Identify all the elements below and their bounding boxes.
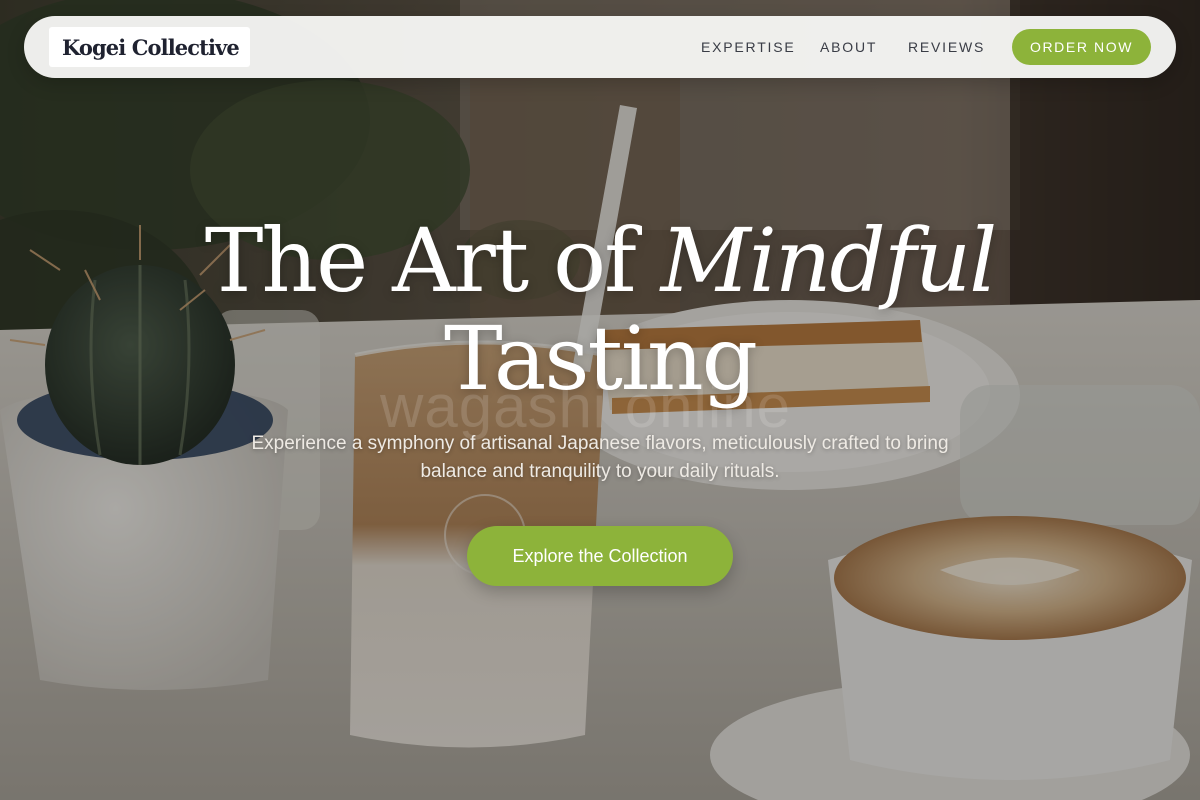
nav-link-about[interactable]: ABOUT (820, 16, 877, 78)
hero-title: The Art of Mindful Tasting (100, 212, 1100, 408)
hero-section: Kogei Collective EXPERTISE ABOUT REVIEWS… (0, 0, 1200, 800)
hero-title-accent: Mindful (660, 209, 998, 312)
top-navigation-bar: Kogei Collective EXPERTISE ABOUT REVIEWS… (24, 16, 1176, 78)
nav-link-expertise[interactable]: EXPERTISE (701, 16, 796, 78)
order-now-button[interactable]: ORDER NOW (1012, 29, 1151, 65)
explore-collection-button[interactable]: Explore the Collection (467, 526, 733, 586)
hero-title-suffix: Tasting (443, 307, 758, 410)
hero-subtitle: Experience a symphony of artisanal Japan… (251, 433, 949, 482)
nav-link-reviews[interactable]: REVIEWS (908, 16, 985, 78)
brand-logo[interactable]: Kogei Collective (49, 27, 250, 67)
hero-title-prefix: The Art of (204, 209, 661, 312)
